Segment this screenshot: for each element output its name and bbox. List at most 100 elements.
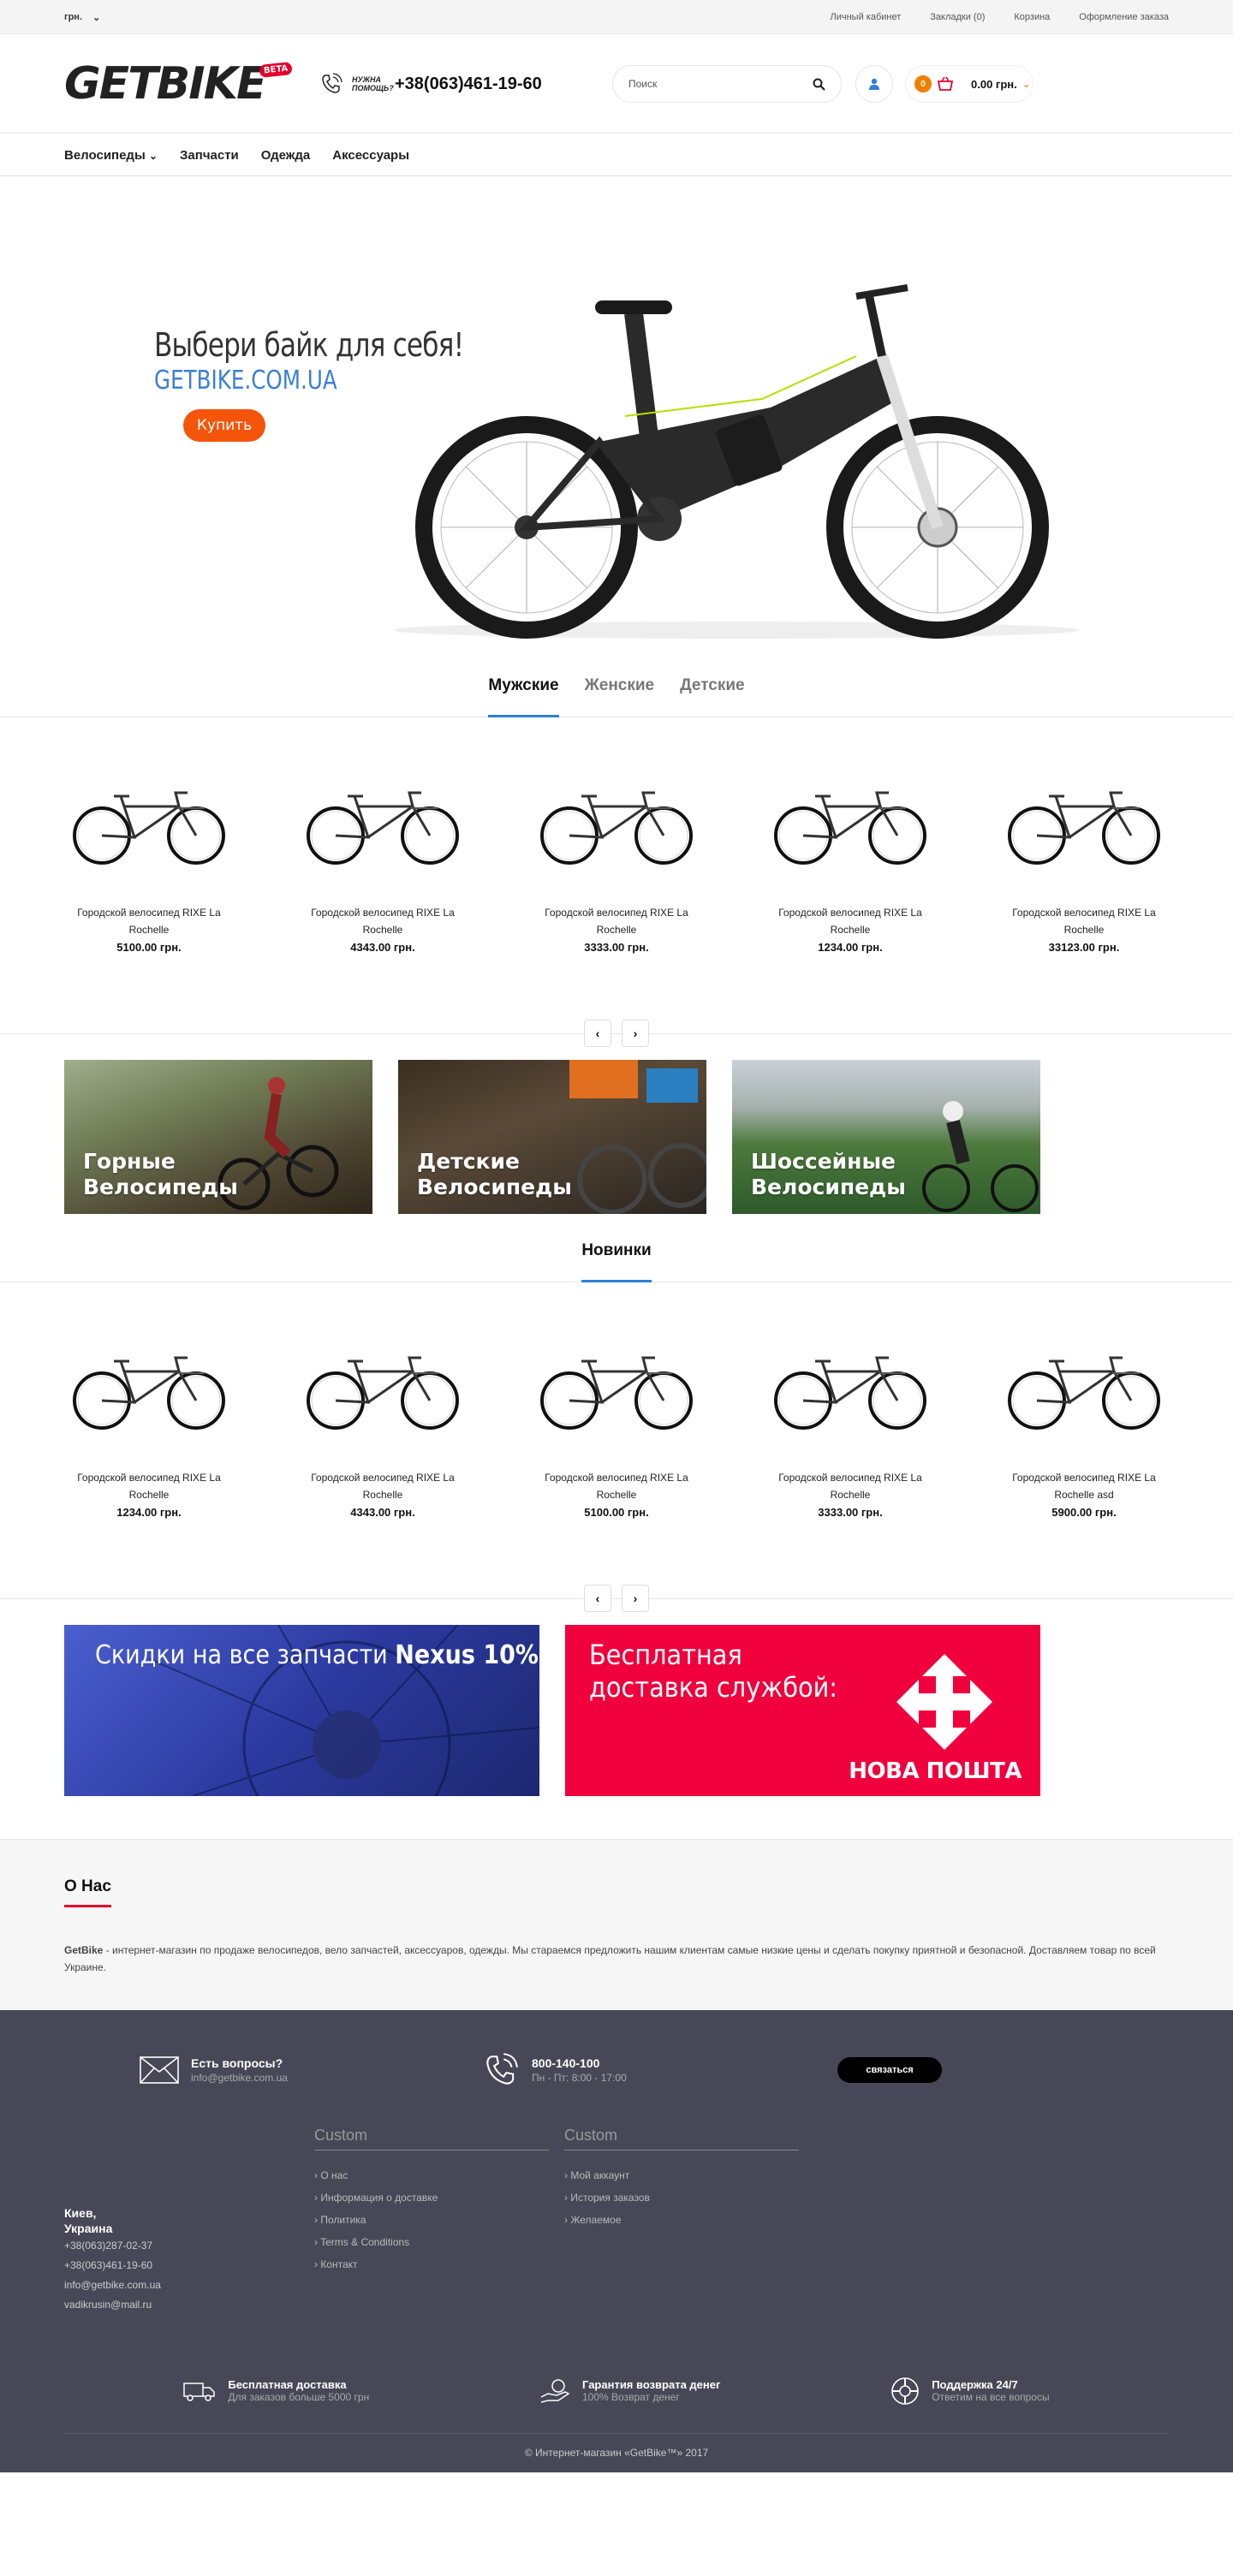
promo-banners: Скидки на все запчасти Nexus 10% Бесплат… (64, 1599, 1169, 1839)
footer-link[interactable]: › Политика (314, 2209, 549, 2231)
category-mountain[interactable]: Горные Велосипеды (64, 1060, 372, 1214)
footer-phone[interactable]: 800-140-100 (532, 2056, 627, 2070)
product-card[interactable]: Городской велосипед RIXE La Rochelle 5100… (64, 788, 234, 954)
product-bike-image (774, 791, 926, 865)
product-name[interactable]: Городской велосипед RIXE La Rochelle (532, 1469, 701, 1503)
main-nav: Велосипеды ⌄ Запчасти Одежда Аксессуары (0, 134, 1233, 176)
footer: Есть вопросы? info@getbike.com.ua 800-140… (0, 2010, 1233, 2472)
money-hand-icon (540, 2378, 570, 2403)
footer-link[interactable]: › О нас (314, 2164, 549, 2186)
truck-icon (183, 2382, 216, 2401)
product-name[interactable]: Городской велосипед RIXE La Rochelle (64, 904, 234, 938)
link-checkout[interactable]: Оформление заказа (1079, 12, 1169, 22)
footer-link[interactable]: › Terms & Conditions (314, 2231, 549, 2253)
lifebuoy-icon (891, 2377, 920, 2405)
product-name[interactable]: Городской велосипед RIXE La Rochelle asd (999, 1469, 1169, 1503)
nova-poshta-logo-icon (896, 1654, 992, 1750)
footer-contacts: Есть вопросы? info@getbike.com.ua 800-140… (64, 2010, 1169, 2130)
footer-email-1[interactable]: info@getbike.com.ua (64, 2276, 314, 2295)
footer-link[interactable]: › Информация о доставке (314, 2186, 549, 2209)
product-name[interactable]: Городской велосипед RIXE La Rochelle (64, 1469, 234, 1503)
logo[interactable]: GETBIKE BETA (64, 58, 313, 110)
category-label: Шоссейные Велосипеды (751, 1149, 906, 1199)
product-card[interactable]: Городской велосипед RIXE La Rochelle 3333… (765, 1353, 935, 1519)
tab-men[interactable]: Мужские (488, 664, 559, 717)
promo-free-delivery[interactable]: Бесплатная доставка службой: НОВА ПОШТА (565, 1625, 1040, 1796)
link-bookmarks[interactable]: Закладки (0) (930, 12, 985, 22)
product-bike-image (307, 791, 459, 865)
product-card[interactable]: Городской велосипед RIXE La Rochelle 4343… (298, 788, 468, 954)
about-section: О Нас GetBike - интернет-магазин по прод… (0, 1839, 1233, 2010)
nav-parts[interactable]: Запчасти (180, 148, 239, 163)
tab-kids[interactable]: Детские (680, 664, 744, 717)
tab-women[interactable]: Женские (585, 664, 655, 717)
footer-columns: Киев, Украина +38(063)287-02-37 +38(063)… (64, 2127, 1169, 2348)
product-name[interactable]: Городской велосипед RIXE La Rochelle (765, 904, 935, 938)
basket-icon (937, 76, 954, 91)
footer-phone-1[interactable]: +38(063)287-02-37 (64, 2236, 314, 2256)
user-button[interactable] (855, 65, 893, 103)
product-bike-image (73, 791, 225, 865)
footer-link[interactable]: › История заказов (564, 2186, 799, 2209)
product-card[interactable]: Городской велосипед RIXE La Rochelle asd… (999, 1353, 1169, 1519)
product-card[interactable]: Городской велосипед RIXE La Rochelle 3333… (532, 788, 701, 954)
product-bike-image (1008, 791, 1160, 865)
category-label: Горные Велосипеды (83, 1149, 238, 1199)
category-kids[interactable]: Детские Велосипеды (398, 1060, 706, 1214)
product-card[interactable]: Городской велосипед RIXE La Rochelle 3312… (999, 788, 1169, 954)
new-products-carousel: Городской велосипед RIXE La Rochelle 1234… (0, 1282, 1233, 1612)
link-account[interactable]: Личный кабинет (831, 12, 902, 22)
top-bar: грн. ⌄ Личный кабинет Закладки (0) Корзин… (0, 0, 1233, 34)
cart-button[interactable]: 0 0.00 грн. ⌄ (905, 65, 1033, 103)
footer-email-2[interactable]: vadikrusin@mail.ru (64, 2295, 314, 2315)
product-name[interactable]: Городской велосипед RIXE La Rochelle (532, 904, 701, 938)
product-price: 5100.00 грн. (584, 1506, 649, 1519)
about-text: GetBike - интернет-магазин по продаже ве… (64, 1944, 1156, 1973)
promo-parts-discount[interactable]: Скидки на все запчасти Nexus 10% (64, 1625, 539, 1796)
hero-banner: Выбери байк для себя! GETBIKE.COM.UA Куп… (0, 176, 1233, 664)
header: GETBIKE BETA НУЖНА ПОМОЩЬ? +38(063)461-19… (0, 34, 1233, 134)
cart-total: 0.00 грн. (971, 77, 1017, 91)
product-name[interactable]: Городской велосипед RIXE La Rochelle (298, 904, 468, 938)
link-cart[interactable]: Корзина (1014, 12, 1050, 22)
beta-badge: BETA (259, 62, 293, 78)
buy-button[interactable]: Купить (183, 409, 265, 442)
nav-clothing[interactable]: Одежда (261, 148, 310, 163)
nova-poshta-text: НОВА ПОШТА (849, 1758, 1022, 1784)
nav-bikes[interactable]: Велосипеды ⌄ (64, 148, 158, 163)
product-name[interactable]: Городской велосипед RIXE La Rochelle (765, 1469, 935, 1503)
phone-icon (322, 73, 342, 93)
product-card[interactable]: Городской велосипед RIXE La Rochelle 1234… (765, 788, 935, 954)
category-label: Детские Велосипеды (417, 1149, 572, 1199)
product-price: 4343.00 грн. (350, 941, 415, 954)
nav-accessories[interactable]: Аксессуары (332, 148, 409, 163)
product-price: 1234.00 грн. (116, 1506, 182, 1519)
footer-link[interactable]: › Контакт (314, 2253, 549, 2276)
search-icon[interactable] (813, 78, 825, 91)
product-price: 1234.00 грн. (818, 941, 883, 954)
contact-button[interactable]: связаться (837, 2057, 942, 2083)
products-carousel: Городской велосипед RIXE La Rochelle 5100… (0, 717, 1233, 1047)
search-input[interactable]: Поиск (612, 65, 842, 103)
product-card[interactable]: Городской велосипед RIXE La Rochelle 4343… (298, 1353, 468, 1519)
product-name[interactable]: Городской велосипед RIXE La Rochelle (999, 904, 1169, 938)
product-bike-image (540, 791, 693, 865)
category-road[interactable]: Шоссейные Велосипеды (732, 1060, 1040, 1214)
help-phone: НУЖНА ПОМОЩЬ? +38(063)461-19-60 (319, 72, 602, 96)
phone-number[interactable]: +38(063)461-19-60 (395, 74, 542, 94)
product-card[interactable]: Городской велосипед RIXE La Rochelle 1234… (64, 1353, 234, 1519)
product-price: 33123.00 грн. (1048, 941, 1120, 954)
product-bike-image (307, 1356, 459, 1430)
product-bike-image (73, 1356, 225, 1430)
currency-selector[interactable]: грн. ⌄ (64, 12, 100, 23)
new-title: Новинки (581, 1229, 652, 1282)
footer-email[interactable]: info@getbike.com.ua (191, 2072, 288, 2084)
product-name[interactable]: Городской велосипед RIXE La Rochelle (298, 1469, 468, 1503)
category-tiles: Горные Велосипеды Детские Велосипеды Шос… (64, 1034, 1169, 1229)
product-card[interactable]: Городской велосипед RIXE La Rochelle 5100… (532, 1353, 701, 1519)
product-price: 3333.00 грн. (818, 1506, 883, 1519)
footer-phone-2[interactable]: +38(063)461-19-60 (64, 2256, 314, 2276)
user-icon (869, 78, 879, 90)
footer-link[interactable]: › Мой аккаунт (564, 2164, 799, 2186)
footer-link[interactable]: › Желаемое (564, 2209, 799, 2231)
